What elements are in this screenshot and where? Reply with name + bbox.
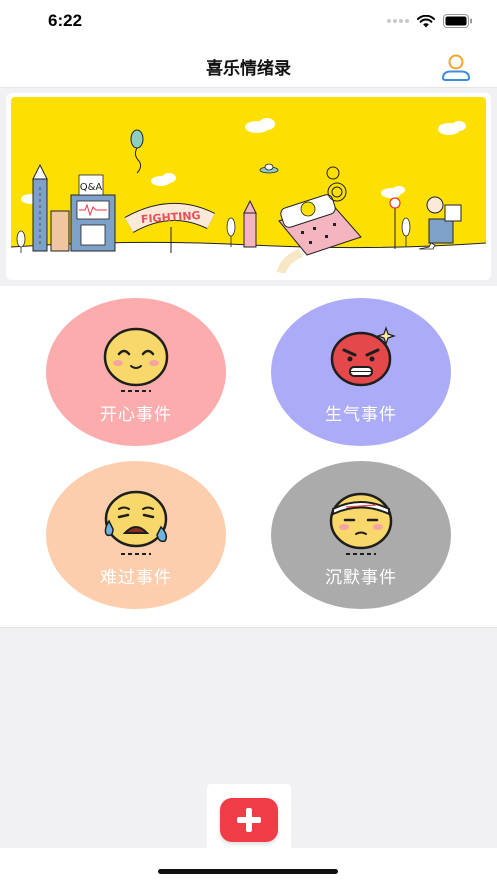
silent-event-button[interactable]: 沉默事件	[271, 461, 451, 609]
status-indicators	[387, 14, 473, 28]
happy-event-button[interactable]: 开心事件	[46, 298, 226, 446]
plus-icon	[237, 808, 261, 832]
angry-event-button[interactable]: 生气事件	[271, 298, 451, 446]
happy-event-label: 开心事件	[100, 405, 172, 425]
crying-face-icon	[104, 490, 168, 555]
sad-event-button[interactable]: 难过事件	[46, 461, 226, 609]
signal-icon	[387, 19, 409, 23]
banner-illustration: Q&A FIGHTING	[11, 97, 486, 273]
status-time: 6:22	[48, 11, 83, 30]
angry-event-label: 生气事件	[325, 405, 397, 425]
nav-bar: 喜乐情绪录	[0, 44, 497, 88]
silent-face-icon	[329, 492, 393, 555]
status-bar: 6:22	[0, 0, 497, 44]
add-record-button[interactable]	[220, 798, 278, 842]
page-title: 喜乐情绪录	[206, 59, 291, 79]
home-indicator	[158, 869, 338, 874]
profile-icon[interactable]	[439, 50, 473, 84]
sad-event-label: 难过事件	[100, 568, 172, 588]
angry-face-icon	[330, 326, 396, 387]
banner[interactable]: Q&A FIGHTING	[6, 93, 491, 280]
qa-sign: Q&A	[80, 182, 103, 193]
wifi-icon	[417, 14, 435, 27]
battery-icon	[443, 14, 472, 28]
silent-event-label: 沉默事件	[325, 568, 397, 588]
happy-face-icon	[103, 327, 169, 392]
mood-panel: 开心事件 生气事件 难过事件 沉默事件	[0, 286, 497, 628]
tab-bar	[0, 848, 497, 883]
add-button-container	[207, 784, 291, 850]
